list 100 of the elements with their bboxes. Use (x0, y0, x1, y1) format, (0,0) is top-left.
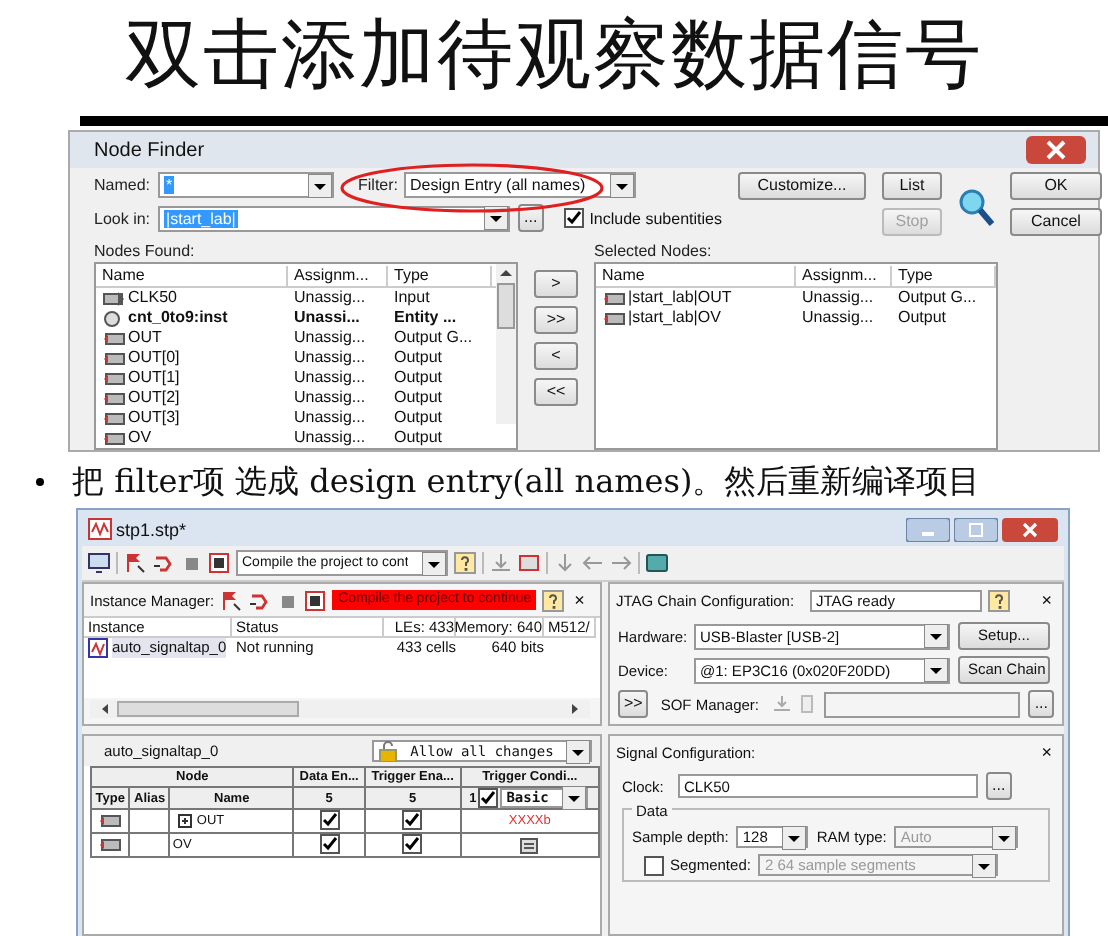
table-cell-text: Output (392, 348, 445, 368)
help-icon[interactable] (542, 589, 565, 611)
caret-icon[interactable] (782, 825, 807, 849)
table-cell-text: Unassig... (292, 288, 368, 308)
table-cell[interactable]: OUT[2] (128, 388, 180, 408)
section-label: Selected Nodes: (594, 242, 714, 260)
table-cell-text: Output G... (392, 328, 475, 348)
button[interactable]: Customize... (737, 172, 866, 200)
entity-icon (102, 309, 126, 327)
checkbox[interactable] (644, 855, 664, 875)
lock-icon (378, 740, 398, 762)
minimize-icon[interactable] (906, 517, 950, 541)
dont-care-icon (520, 837, 539, 853)
output-pin-icon (102, 329, 126, 347)
column-header[interactable]: Assignm... (796, 265, 892, 285)
close-button[interactable]: × (1037, 742, 1056, 762)
table-cell-text: Unassig... (292, 328, 368, 348)
table-cell[interactable]: CLK50 (128, 288, 177, 308)
checkbox[interactable] (402, 834, 423, 854)
window-title: Node Finder (94, 139, 205, 161)
checkbox[interactable] (319, 834, 340, 854)
close-icon[interactable] (1002, 517, 1058, 541)
output-pin-icon (102, 369, 126, 387)
caret-icon[interactable] (923, 658, 948, 682)
filter-dropdown[interactable]: Design Entry (all names) (404, 172, 637, 198)
table-cell[interactable]: |start_lab|OV (628, 308, 721, 328)
button[interactable]: Cancel (1009, 208, 1102, 236)
caret-icon[interactable] (308, 173, 333, 197)
table-cell-text: Input (392, 288, 432, 308)
loop-icon[interactable] (248, 589, 271, 611)
button[interactable]: > (534, 270, 578, 298)
table-cell-text: Unassig... (292, 348, 368, 368)
table-cell-text: Output (896, 308, 949, 328)
caret-icon[interactable] (422, 551, 446, 575)
table-cell[interactable]: OV (128, 428, 152, 448)
button[interactable]: ... (986, 772, 1012, 800)
table-cell[interactable]: OUT[1] (128, 368, 180, 388)
checkbox[interactable] (563, 208, 584, 228)
column-header[interactable]: Type (388, 265, 492, 285)
expand-icon[interactable] (178, 813, 193, 828)
input-pin-icon (102, 289, 126, 307)
output-pin-icon (98, 836, 123, 854)
table-cell[interactable]: |start_lab|OUT (628, 288, 732, 308)
caret-icon[interactable] (566, 739, 590, 763)
monitor-icon[interactable] (88, 552, 110, 574)
close-button[interactable]: × (1037, 590, 1056, 610)
chip-icon[interactable] (518, 552, 540, 574)
checkbox-label: Include subentities (589, 209, 722, 227)
output-pin-icon (102, 389, 126, 407)
caret-icon[interactable] (923, 624, 948, 648)
button[interactable]: ... (1028, 690, 1054, 718)
field-label: Named: (94, 176, 151, 194)
column-header[interactable]: Assignm... (288, 265, 388, 285)
slide-title: 双击添加待观察数据信号 (125, 8, 983, 102)
read-icon[interactable] (208, 552, 230, 574)
search-icon (957, 188, 994, 228)
read-icon[interactable] (304, 589, 327, 611)
column-header[interactable]: Name (596, 265, 796, 285)
table-cell[interactable]: OUT[3] (128, 408, 180, 428)
column-header[interactable]: Name (96, 265, 288, 285)
output-pin-icon (98, 812, 123, 830)
help-icon[interactable] (454, 552, 476, 574)
caret-icon[interactable] (484, 206, 509, 230)
button[interactable]: List (881, 172, 942, 200)
table-cell-text: Unassig... (800, 308, 876, 328)
help-icon[interactable] (987, 589, 1010, 611)
checkbox[interactable] (402, 810, 423, 830)
sof-field[interactable] (824, 691, 1021, 717)
table-cell-text: Unassig... (292, 388, 368, 408)
checkbox[interactable] (478, 788, 499, 808)
caret-icon[interactable] (562, 786, 587, 810)
run-icon[interactable] (124, 552, 146, 574)
close-button[interactable]: × (570, 590, 589, 610)
table-cell-text: Unassig... (292, 428, 368, 448)
run-icon[interactable] (220, 589, 243, 611)
checkbox[interactable] (319, 810, 340, 830)
bullet-text: 把 filter项 选成 design entry(all names)。然后重新编译项目 (72, 461, 981, 503)
window-title: stp1.stp* (116, 519, 187, 539)
button[interactable]: >> (534, 306, 578, 334)
caret-icon[interactable] (972, 853, 997, 877)
section-label: Nodes Found: (94, 242, 197, 260)
close-icon[interactable] (1026, 136, 1086, 164)
output-pin-icon (102, 429, 126, 447)
button[interactable]: << (534, 378, 578, 406)
bullet-icon (36, 478, 44, 486)
table-cell[interactable]: OUT (128, 328, 162, 348)
button[interactable]: >> (617, 690, 649, 718)
table-cell-text: Output (392, 408, 445, 428)
column-header[interactable]: Type (892, 265, 996, 285)
button[interactable]: OK (1009, 172, 1102, 200)
maximize-icon[interactable] (954, 517, 998, 541)
file-icon (800, 694, 817, 714)
table-cell-text: Entity ... (392, 308, 459, 328)
table-cell[interactable]: cnt_0to9:inst (128, 308, 228, 328)
field-label: Filter: (358, 176, 399, 194)
button[interactable]: < (534, 342, 578, 370)
table-cell[interactable]: OUT[0] (128, 348, 180, 368)
caret-icon[interactable] (610, 173, 635, 197)
screen-icon[interactable] (646, 552, 668, 574)
loop-icon[interactable] (152, 552, 174, 574)
